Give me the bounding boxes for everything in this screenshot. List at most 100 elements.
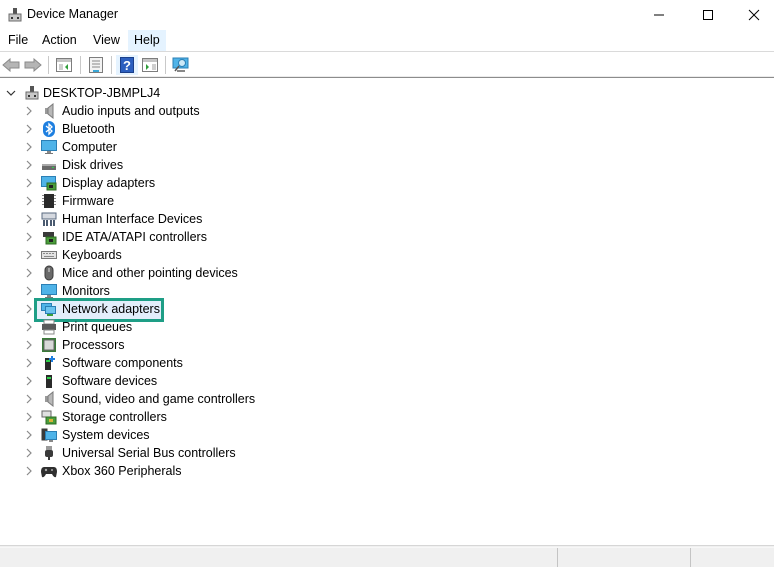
tree-node-label[interactable]: System devices: [62, 427, 150, 443]
chevron-right-icon[interactable]: [23, 285, 35, 297]
action-pane-button[interactable]: [139, 55, 161, 75]
chevron-right-icon[interactable]: [23, 249, 35, 261]
tree-node-label[interactable]: Software devices: [62, 373, 157, 389]
storage-controller-icon: [41, 409, 57, 425]
tree-node-label[interactable]: Sound, video and game controllers: [62, 391, 255, 407]
keyboard-icon: [41, 247, 57, 263]
tree-node-display-adapters[interactable]: Display adapters: [0, 174, 774, 192]
scan-hardware-button[interactable]: [170, 55, 192, 75]
maximize-button[interactable]: [685, 0, 731, 30]
tree-node-firmware[interactable]: Firmware: [0, 192, 774, 210]
chevron-right-icon[interactable]: [23, 411, 35, 423]
action-pane-icon: [142, 58, 158, 72]
chevron-right-icon[interactable]: [23, 141, 35, 153]
tree-node-disk-drives[interactable]: Disk drives: [0, 156, 774, 174]
minimize-button[interactable]: [636, 0, 682, 30]
tree-node-storage-controllers[interactable]: Storage controllers: [0, 408, 774, 426]
tree-node-label[interactable]: Human Interface Devices: [62, 211, 202, 227]
chevron-right-icon[interactable]: [23, 321, 35, 333]
gamepad-icon: [41, 463, 57, 479]
tree-node-system-devices[interactable]: System devices: [0, 426, 774, 444]
tree-node-ide-ata-atapi-controllers[interactable]: IDE ATA/ATAPI controllers: [0, 228, 774, 246]
tree-node-label[interactable]: Disk drives: [62, 157, 123, 173]
usb-icon: [41, 445, 57, 461]
title-bar: Device Manager: [0, 0, 774, 30]
tree-node-xbox-360-peripherals[interactable]: Xbox 360 Peripherals: [0, 462, 774, 480]
chevron-right-icon[interactable]: [23, 429, 35, 441]
forward-button[interactable]: [22, 55, 44, 75]
mouse-icon: [41, 265, 57, 281]
tree-node-label[interactable]: DESKTOP-JBMPLJ4: [43, 85, 160, 101]
menu-view[interactable]: View: [87, 30, 126, 51]
tree-node-sound-video-and-game-controllers[interactable]: Sound, video and game controllers: [0, 390, 774, 408]
tree-node-label[interactable]: Xbox 360 Peripherals: [62, 463, 182, 479]
help-button[interactable]: ?: [116, 55, 138, 75]
menu-bar: File Action View Help: [0, 30, 774, 52]
toolbar: ?: [0, 53, 774, 76]
chevron-right-icon[interactable]: [23, 195, 35, 207]
chevron-right-icon[interactable]: [23, 339, 35, 351]
tree-node-label[interactable]: Audio inputs and outputs: [62, 103, 200, 119]
tree-node-mice-and-other-pointing-devices[interactable]: Mice and other pointing devices: [0, 264, 774, 282]
tree-node-label[interactable]: Keyboards: [62, 247, 122, 263]
monitor-icon: [41, 139, 57, 155]
tree-node-label[interactable]: Monitors: [62, 283, 110, 299]
network-adapter-icon: [41, 301, 57, 317]
tree-node-label[interactable]: Print queues: [62, 319, 132, 335]
chevron-right-icon[interactable]: [23, 213, 35, 225]
tree-node-software-devices[interactable]: Software devices: [0, 372, 774, 390]
tree-node-label[interactable]: Computer: [62, 139, 117, 155]
chevron-right-icon[interactable]: [23, 303, 35, 315]
chevron-right-icon[interactable]: [23, 447, 35, 459]
chevron-down-icon[interactable]: [5, 87, 17, 99]
back-button[interactable]: [0, 55, 22, 75]
status-bar: [0, 545, 774, 567]
tree-node-label[interactable]: Mice and other pointing devices: [62, 265, 238, 281]
tree-node-bluetooth[interactable]: Bluetooth: [0, 120, 774, 138]
chevron-right-icon[interactable]: [23, 159, 35, 171]
tree-node-label[interactable]: Software components: [62, 355, 183, 371]
toolbar-separator: [165, 56, 166, 74]
properties-button[interactable]: [85, 55, 107, 75]
tree-node-network-adapters[interactable]: Network adapters: [0, 300, 774, 318]
menu-file[interactable]: File: [2, 30, 34, 51]
menu-help[interactable]: Help: [128, 30, 166, 51]
tree-node-label[interactable]: Bluetooth: [62, 121, 115, 137]
chip-icon: [41, 193, 57, 209]
tree-node-label[interactable]: IDE ATA/ATAPI controllers: [62, 229, 207, 245]
tree-node-print-queues[interactable]: Print queues: [0, 318, 774, 336]
tree-node-software-components[interactable]: Software components: [0, 354, 774, 372]
tree-node-universal-serial-bus-controllers[interactable]: Universal Serial Bus controllers: [0, 444, 774, 462]
tree-node-label[interactable]: Universal Serial Bus controllers: [62, 445, 236, 461]
tree-node-keyboards[interactable]: Keyboards: [0, 246, 774, 264]
chevron-right-icon[interactable]: [23, 105, 35, 117]
tree-node-audio-inputs-and-outputs[interactable]: Audio inputs and outputs: [0, 102, 774, 120]
console-tree-button[interactable]: [53, 55, 75, 75]
chevron-right-icon[interactable]: [23, 465, 35, 477]
disk-drive-icon: [41, 157, 57, 173]
svg-text:?: ?: [123, 58, 131, 73]
tree-node-label[interactable]: Display adapters: [62, 175, 155, 191]
chevron-right-icon[interactable]: [23, 375, 35, 387]
tree-node-label[interactable]: Firmware: [62, 193, 114, 209]
chevron-right-icon[interactable]: [23, 231, 35, 243]
chevron-right-icon[interactable]: [23, 393, 35, 405]
toolbar-divider: [0, 77, 774, 78]
chevron-right-icon[interactable]: [23, 357, 35, 369]
tree-node-label[interactable]: Network adapters: [62, 301, 160, 317]
system-devices-icon: [41, 427, 57, 443]
close-button[interactable]: [731, 0, 774, 30]
chevron-right-icon[interactable]: [23, 123, 35, 135]
tree-node-monitors[interactable]: Monitors: [0, 282, 774, 300]
menu-action[interactable]: Action: [36, 30, 83, 51]
tree-node-computer[interactable]: Computer: [0, 138, 774, 156]
tree-root-node[interactable]: DESKTOP-JBMPLJ4: [0, 84, 774, 102]
tree-node-label[interactable]: Processors: [62, 337, 125, 353]
tree-node-label[interactable]: Storage controllers: [62, 409, 167, 425]
chevron-right-icon[interactable]: [23, 177, 35, 189]
chevron-right-icon[interactable]: [23, 267, 35, 279]
tree-node-human-interface-devices[interactable]: Human Interface Devices: [0, 210, 774, 228]
tree-node-processors[interactable]: Processors: [0, 336, 774, 354]
console-tree-icon: [56, 58, 72, 72]
monitor-icon: [41, 283, 57, 299]
